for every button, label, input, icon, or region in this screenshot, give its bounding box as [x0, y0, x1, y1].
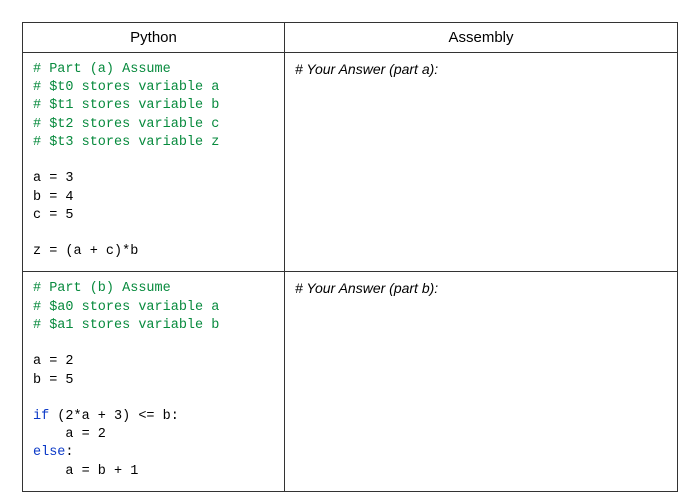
row-part-a: # Part (a) Assume # $t0 stores variable … — [23, 53, 678, 272]
assembly-cell-part-b: # Your Answer (part b): — [285, 272, 678, 491]
python-cell-part-b: # Part (b) Assume # $a0 stores variable … — [23, 272, 285, 491]
code-fragment: (2*a + 3) <= b: — [49, 409, 179, 424]
code-line: b = 5 — [33, 373, 74, 388]
comment-line: # Part (b) Assume — [33, 281, 171, 296]
code-fragment: : — [65, 445, 73, 460]
comment-line: # $a1 stores variable b — [33, 318, 219, 333]
code-line: a = 3 — [33, 171, 74, 186]
code-line: a = b + 1 — [33, 464, 138, 479]
python-code-part-a: # Part (a) Assume # $t0 stores variable … — [23, 53, 284, 271]
comment-line: # $a0 stores variable a — [33, 300, 219, 315]
row-part-b: # Part (b) Assume # $a0 stores variable … — [23, 272, 678, 491]
keyword-if: if — [33, 409, 49, 424]
comment-line: # $t2 stores variable c — [33, 117, 219, 132]
code-line: a = 2 — [33, 427, 106, 442]
answer-label-part-a: # Your Answer (part a): — [285, 53, 677, 85]
code-line: a = 2 — [33, 354, 74, 369]
comment-line: # $t1 stores variable b — [33, 98, 219, 113]
header-assembly: Assembly — [285, 23, 678, 53]
code-line: z = (a + c)*b — [33, 244, 138, 259]
comment-line: # $t3 stores variable z — [33, 135, 219, 150]
python-code-part-b: # Part (b) Assume # $a0 stores variable … — [23, 272, 284, 490]
comment-line: # Part (a) Assume — [33, 62, 171, 77]
assembly-cell-part-a: # Your Answer (part a): — [285, 53, 678, 272]
comment-line: # $t0 stores variable a — [33, 80, 219, 95]
answer-label-part-b: # Your Answer (part b): — [285, 272, 677, 304]
python-cell-part-a: # Part (a) Assume # $t0 stores variable … — [23, 53, 285, 272]
header-python: Python — [23, 23, 285, 53]
keyword-else: else — [33, 445, 65, 460]
code-line: c = 5 — [33, 208, 74, 223]
worksheet-table: Python Assembly # Part (a) Assume # $t0 … — [22, 22, 678, 492]
code-line: b = 4 — [33, 190, 74, 205]
